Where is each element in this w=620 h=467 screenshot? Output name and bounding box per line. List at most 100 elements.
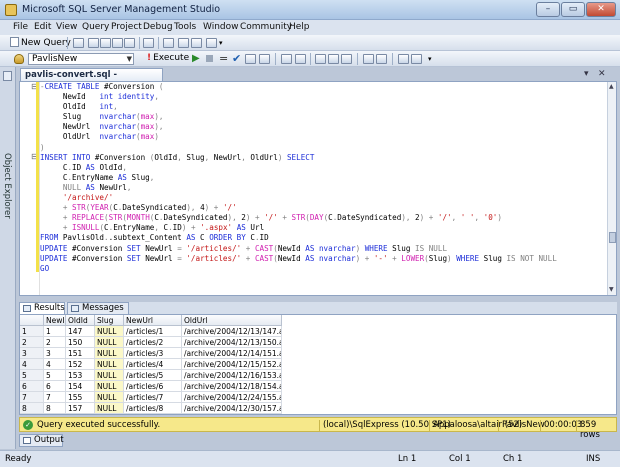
table-cell[interactable]: /archive/2004/12/15/152.aspx bbox=[182, 359, 282, 370]
table-cell[interactable]: /articles/5 bbox=[124, 370, 182, 381]
table-cell[interactable]: /archive/2004/12/13/147.aspx bbox=[182, 326, 282, 337]
editor-vertical-scrollbar[interactable]: ▲ ▼ bbox=[607, 82, 616, 295]
increase-indent-icon[interactable] bbox=[411, 54, 422, 64]
row-number-cell[interactable]: 7 bbox=[20, 392, 44, 403]
table-cell[interactable]: /articles/6 bbox=[124, 381, 182, 392]
table-cell[interactable]: 1 bbox=[44, 326, 66, 337]
table-cell[interactable]: 4 bbox=[44, 359, 66, 370]
table-cell[interactable]: /articles/2 bbox=[124, 337, 182, 348]
stop-icon[interactable] bbox=[206, 55, 213, 62]
table-cell[interactable]: /archive/2004/12/30/157.aspx bbox=[182, 403, 282, 414]
menu-window[interactable]: Window bbox=[203, 22, 239, 32]
menu-community[interactable]: Community bbox=[240, 22, 292, 32]
analysis-query-icon[interactable] bbox=[88, 38, 99, 48]
table-cell[interactable]: NULL bbox=[95, 359, 124, 370]
table-cell[interactable]: NULL bbox=[95, 348, 124, 359]
menu-project[interactable]: Project bbox=[111, 22, 142, 32]
table-cell[interactable]: NULL bbox=[95, 403, 124, 414]
table-cell[interactable]: /articles/1 bbox=[124, 326, 182, 337]
table-cell[interactable]: 2 bbox=[44, 337, 66, 348]
new-query-button[interactable]: New Query bbox=[10, 37, 71, 48]
table-cell[interactable]: 6 bbox=[44, 381, 66, 392]
table-cell[interactable]: 151 bbox=[66, 348, 95, 359]
query-document-tab[interactable]: pavlis-convert.sql - (local)\...a...r (5… bbox=[20, 68, 163, 92]
menu-edit[interactable]: Edit bbox=[34, 22, 51, 32]
column-header-rownum[interactable] bbox=[20, 315, 44, 326]
tab-list-dropdown-icon[interactable]: ▾ bbox=[584, 69, 589, 79]
row-number-cell[interactable]: 5 bbox=[20, 370, 44, 381]
table-cell[interactable]: 7 bbox=[44, 392, 66, 403]
menu-query[interactable]: Query bbox=[82, 22, 109, 32]
tab-messages[interactable]: Messages bbox=[67, 302, 129, 314]
close-button[interactable]: ✕ bbox=[586, 2, 616, 17]
toolbar-overflow-icon[interactable]: ▾ bbox=[428, 55, 432, 63]
table-cell[interactable]: /articles/8 bbox=[124, 403, 182, 414]
comment-lines-icon[interactable] bbox=[363, 54, 374, 64]
menu-view[interactable]: View bbox=[56, 22, 77, 32]
table-cell[interactable]: /archive/2004/12/24/155.aspx bbox=[182, 392, 282, 403]
minimize-button[interactable]: – bbox=[536, 2, 560, 17]
activity-monitor-icon[interactable] bbox=[206, 38, 217, 48]
column-header-oldurl[interactable]: OldUrl bbox=[182, 315, 282, 326]
object-explorer-sidebar-tab[interactable]: Object Explorer bbox=[0, 67, 16, 449]
xmla-query-icon[interactable] bbox=[124, 38, 135, 48]
scroll-down-arrow-icon[interactable]: ▼ bbox=[609, 286, 614, 293]
table-cell[interactable]: NULL bbox=[95, 326, 124, 337]
table-cell[interactable]: 153 bbox=[66, 370, 95, 381]
table-cell[interactable]: 147 bbox=[66, 326, 95, 337]
mdx-query-icon[interactable] bbox=[100, 38, 111, 48]
save-all-icon[interactable] bbox=[191, 38, 202, 48]
sql-code-editor[interactable]: ⊟ ⊟ -CREATE TABLE #Conversion ( NewId in… bbox=[19, 81, 617, 296]
execute-button[interactable]: ! Execute bbox=[147, 53, 189, 63]
dmx-query-icon[interactable] bbox=[112, 38, 123, 48]
table-cell[interactable]: 5 bbox=[44, 370, 66, 381]
query-designer-icon[interactable] bbox=[259, 54, 270, 64]
table-cell[interactable]: 150 bbox=[66, 337, 95, 348]
toolbar-overflow-icon[interactable]: ▾ bbox=[219, 39, 223, 47]
table-cell[interactable]: 152 bbox=[66, 359, 95, 370]
table-cell[interactable]: NULL bbox=[95, 381, 124, 392]
table-cell[interactable]: NULL bbox=[95, 392, 124, 403]
include-plan-icon[interactable] bbox=[281, 54, 292, 64]
row-number-cell[interactable]: 2 bbox=[20, 337, 44, 348]
table-cell[interactable]: 3 bbox=[44, 348, 66, 359]
menu-debug[interactable]: Debug bbox=[143, 22, 173, 32]
display-estimated-plan-icon[interactable] bbox=[245, 54, 256, 64]
table-cell[interactable]: NULL bbox=[95, 337, 124, 348]
column-header-oldid[interactable]: OldId bbox=[66, 315, 95, 326]
table-cell[interactable]: 155 bbox=[66, 392, 95, 403]
scroll-thumb[interactable] bbox=[609, 232, 616, 243]
database-engine-query-icon[interactable] bbox=[73, 38, 84, 48]
row-number-cell[interactable]: 3 bbox=[20, 348, 44, 359]
available-databases-select[interactable]: PavlisNew ▼ bbox=[28, 53, 134, 65]
row-number-cell[interactable]: 8 bbox=[20, 403, 44, 414]
menu-tools[interactable]: Tools bbox=[174, 22, 196, 32]
table-cell[interactable]: /archive/2004/12/16/153.aspx bbox=[182, 370, 282, 381]
table-cell[interactable]: /articles/3 bbox=[124, 348, 182, 359]
results-grid[interactable]: NewId OldId Slug NewUrl OldUrl 11147NULL… bbox=[19, 314, 617, 415]
row-number-cell[interactable]: 4 bbox=[20, 359, 44, 370]
debug-play-icon[interactable]: ▶ bbox=[192, 53, 200, 64]
maximize-button[interactable]: ▭ bbox=[561, 2, 585, 17]
table-cell[interactable]: 154 bbox=[66, 381, 95, 392]
results-to-file-icon[interactable] bbox=[341, 54, 352, 64]
column-header-newurl[interactable]: NewUrl bbox=[124, 315, 182, 326]
save-icon[interactable] bbox=[178, 38, 189, 48]
menu-help[interactable]: Help bbox=[289, 22, 310, 32]
results-to-text-icon[interactable] bbox=[315, 54, 326, 64]
cancel-query-icon[interactable]: = bbox=[219, 52, 228, 65]
tab-results[interactable]: Results bbox=[19, 302, 65, 314]
row-number-cell[interactable]: 6 bbox=[20, 381, 44, 392]
table-cell[interactable]: /articles/7 bbox=[124, 392, 182, 403]
client-statistics-icon[interactable] bbox=[295, 54, 306, 64]
tab-close-icon[interactable]: ✕ bbox=[598, 69, 606, 79]
table-cell[interactable]: /articles/4 bbox=[124, 359, 182, 370]
open-folder-icon[interactable] bbox=[163, 38, 174, 48]
column-header-slug[interactable]: Slug bbox=[95, 315, 124, 326]
decrease-indent-icon[interactable] bbox=[398, 54, 409, 64]
results-to-grid-icon[interactable] bbox=[328, 54, 339, 64]
row-number-cell[interactable]: 1 bbox=[20, 326, 44, 337]
table-cell[interactable]: /archive/2004/12/14/151.aspx bbox=[182, 348, 282, 359]
table-cell[interactable]: NULL bbox=[95, 370, 124, 381]
table-cell[interactable]: /archive/2004/12/13/150.aspx bbox=[182, 337, 282, 348]
